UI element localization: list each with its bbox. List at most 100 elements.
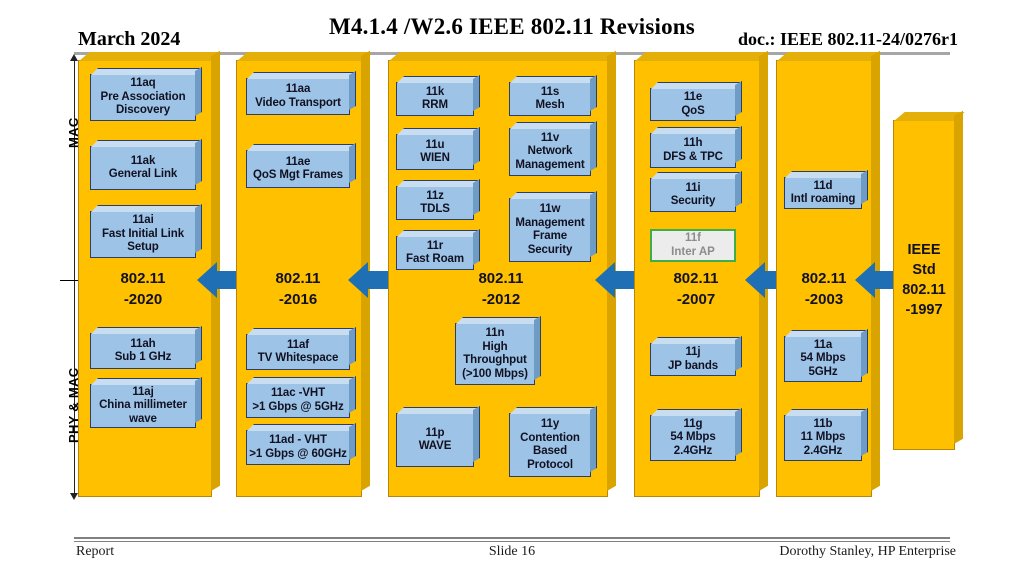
- box-label: 11u WIEN: [420, 138, 450, 165]
- box-top-face: [651, 127, 742, 134]
- amendment-box-11ai: 11ai Fast Initial Link Setup: [90, 203, 202, 258]
- box-label: 11d Intl roaming: [790, 179, 856, 206]
- amendment-box-11y: 11y Contention Based Protocol: [509, 405, 597, 477]
- arrow-2007-to-2012: [595, 262, 635, 298]
- footer-author: Dorothy Stanley, HP Enterprise: [779, 544, 956, 559]
- amendment-box-11aq: 11aq Pre Association Discovery: [90, 66, 202, 121]
- box-top-face: [651, 337, 742, 344]
- pillar-top-face: [79, 52, 222, 61]
- amendment-box-11ae: 11ae QoS Mgt Frames: [246, 142, 356, 188]
- box-top-face: [510, 407, 597, 414]
- amendment-box-11n: 11n High Throughput (>100 Mbps): [455, 315, 541, 385]
- box-side-face: [590, 405, 597, 472]
- box-label: 11p WAVE: [418, 426, 452, 453]
- amendment-box-11k: 11k RRM: [396, 74, 480, 116]
- amendment-box-11v: 11v Network Management: [509, 120, 597, 176]
- standard-label-802-11-2012: 802.11 -2012: [478, 270, 524, 308]
- arrow-shaft: [615, 271, 635, 289]
- amendment-box-11aj: 11aj China millimeter wave: [90, 376, 202, 428]
- box-top-face: [91, 68, 202, 75]
- box-label: 11aq Pre Association Discovery: [100, 77, 186, 117]
- amendment-box-11i: 11i Security: [650, 170, 742, 212]
- amendment-box-11ak: 11ak General Link: [90, 138, 202, 190]
- box-side-face: [195, 376, 202, 423]
- box-side-face: [349, 326, 356, 365]
- box-top-face: [91, 140, 202, 147]
- box-side-face: [735, 335, 742, 371]
- box-label: 11n High Throughput (>100 Mbps): [462, 327, 528, 380]
- pillar-top-face: [389, 52, 618, 61]
- box-side-face: [195, 138, 202, 185]
- box-top-face: [247, 72, 356, 79]
- box-side-face: [473, 228, 480, 265]
- box-top-face: [785, 409, 868, 416]
- box-top-face: [91, 327, 202, 334]
- box-side-face: [861, 328, 868, 377]
- arrow-1997-to-2003: [855, 262, 895, 298]
- box-top-face: [510, 192, 597, 199]
- box-label: 11af TV Whitespace: [257, 338, 339, 365]
- box-side-face: [349, 142, 356, 183]
- box-top-face: [397, 180, 480, 187]
- arrow-head: [595, 262, 615, 298]
- standard-label-802-11-1997: IEEE Std 802.11 -1997: [902, 242, 946, 318]
- amendment-box-11w: 11w Management Frame Security: [509, 190, 597, 262]
- box-top-face: [510, 76, 597, 83]
- arrow-head: [745, 262, 765, 298]
- box-label: 11a 54 Mbps 5GHz: [800, 338, 846, 378]
- box-top-face: [397, 128, 480, 135]
- box-top-face: [247, 377, 356, 384]
- box-side-face: [590, 190, 597, 257]
- arrow-shaft: [217, 271, 237, 289]
- standard-label-802-11-2020: 802.11 -2020: [120, 270, 166, 308]
- box-top-face: [397, 230, 480, 237]
- box-top-face: [247, 144, 356, 151]
- standard-label-802-11-2007: 802.11 -2007: [673, 270, 719, 308]
- box-label: 11h DFS & TPC: [663, 137, 723, 163]
- amendment-box-11h: 11h DFS & TPC: [650, 125, 742, 168]
- pillar-top-face: [777, 52, 882, 61]
- box-top-face: [651, 172, 742, 179]
- box-top-face: [785, 330, 868, 337]
- arrow-2016-to-2020: [197, 262, 237, 298]
- box-label: 11v Network Management: [515, 131, 585, 171]
- arrow-shaft: [368, 271, 388, 289]
- amendment-box-11a: 11a 54 Mbps 5GHz: [784, 328, 868, 382]
- arrow-head: [197, 262, 217, 298]
- box-label: 11j JP bands: [667, 346, 719, 372]
- amendment-box-11z: 11z TDLS: [396, 178, 480, 220]
- box-side-face: [473, 74, 480, 111]
- box-label: 11r Fast Roam: [406, 239, 464, 266]
- slide-header: March 2024 M4.1.4 /W2.6 IEEE 802.11 Revi…: [0, 0, 1024, 56]
- box-top-face: [651, 82, 742, 89]
- pillar-top-face: [635, 52, 770, 61]
- box-label: 11y Contention Based Protocol: [520, 418, 580, 471]
- amendment-box-11g: 11g 54 Mbps 2.4GHz: [650, 407, 742, 461]
- box-top-face: [456, 317, 541, 324]
- amendment-box-11p: 11p WAVE: [396, 405, 480, 467]
- box-side-face: [349, 375, 356, 413]
- box-side-face: [861, 169, 868, 204]
- box-side-face: [473, 405, 480, 462]
- box-top-face: [397, 76, 480, 83]
- box-side-face: [735, 80, 742, 116]
- box-label: 11ah Sub 1 GHz: [114, 337, 172, 364]
- box-top-face: [785, 171, 868, 178]
- arrow-shaft: [875, 271, 895, 289]
- box-top-face: [91, 205, 202, 212]
- box-side-face: [735, 170, 742, 207]
- arrow-2012-to-2016: [348, 262, 388, 298]
- amendment-box-11u: 11u WIEN: [396, 126, 480, 170]
- amendment-box-11af: 11af TV Whitespace: [246, 326, 356, 370]
- amendment-box-11ac: 11ac -VHT >1 Gbps @ 5GHz: [246, 375, 356, 418]
- amendment-box-11ah: 11ah Sub 1 GHz: [90, 325, 202, 369]
- amendment-box-11r: 11r Fast Roam: [396, 228, 480, 270]
- footer-divider-top: [74, 537, 950, 539]
- box-side-face: [735, 125, 742, 163]
- box-side-face: [861, 407, 868, 456]
- box-side-face: [534, 315, 541, 380]
- header-doc-id: doc.: IEEE 802.11-24/0276r1: [737, 29, 958, 49]
- box-side-face: [349, 70, 356, 110]
- box-label: 11ad - VHT >1 Gbps @ 60GHz: [249, 434, 347, 460]
- amendment-box-11e: 11e QoS: [650, 80, 742, 121]
